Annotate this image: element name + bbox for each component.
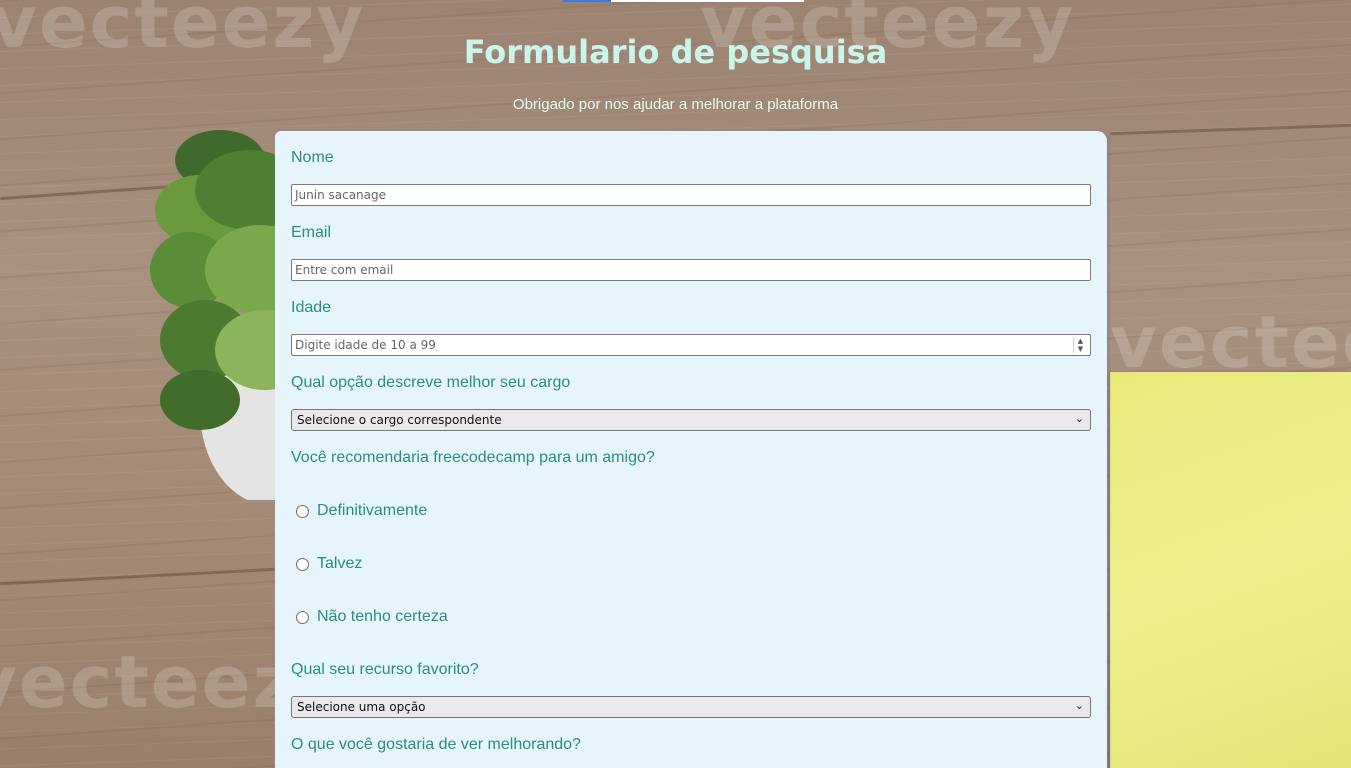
radio-label: Definitivamente bbox=[317, 502, 428, 519]
age-label: Idade bbox=[291, 299, 332, 316]
name-placeholder: Junin sacanage bbox=[295, 188, 387, 202]
favorite-selected-value: Selecione uma opção bbox=[297, 700, 426, 714]
survey-form: Nome Junin sacanage Email Entre com emai… bbox=[275, 131, 1107, 768]
favorite-label: Qual seu recurso favorito? bbox=[291, 661, 479, 678]
radio-option-nao-tenho-certeza[interactable]: Não tenho certeza bbox=[296, 607, 448, 627]
role-dropdown[interactable]: Selecione o cargo correspondente ⌄ bbox=[291, 409, 1091, 431]
age-input[interactable]: Digite idade de 10 a 99 ▲ ▼ bbox=[291, 334, 1091, 356]
wood-plank-line bbox=[0, 567, 275, 586]
favorite-dropdown[interactable]: Selecione uma opção ⌄ bbox=[291, 696, 1091, 718]
radio-button[interactable] bbox=[296, 504, 309, 518]
wood-plank-line bbox=[1110, 123, 1351, 136]
page-title: Formulario de pesquisa bbox=[463, 33, 888, 71]
improve-label: O que você gostaria de ver melhorando? bbox=[291, 736, 581, 753]
role-selected-value: Selecione o cargo correspondente bbox=[297, 413, 502, 427]
top-tab-indicator bbox=[611, 0, 804, 2]
watermark: vecteezy bbox=[1110, 300, 1351, 384]
page-description: Obrigado por nos ajudar a melhorar a pla… bbox=[512, 96, 839, 113]
name-label: Nome bbox=[291, 149, 334, 166]
radio-button[interactable] bbox=[296, 610, 309, 624]
email-input[interactable]: Entre com email bbox=[291, 259, 1091, 281]
radio-button[interactable] bbox=[296, 557, 309, 571]
email-placeholder: Entre com email bbox=[295, 263, 394, 277]
email-label: Email bbox=[291, 224, 332, 241]
top-tab-indicator bbox=[563, 0, 611, 2]
radio-label: Não tenho certeza bbox=[317, 608, 448, 625]
chevron-down-icon: ⌄ bbox=[1074, 699, 1084, 712]
radio-option-talvez[interactable]: Talvez bbox=[296, 554, 362, 574]
radio-option-definitivamente[interactable]: Definitivamente bbox=[296, 501, 427, 521]
chevron-down-icon: ⌄ bbox=[1074, 412, 1084, 425]
sticky-note bbox=[1110, 372, 1351, 768]
number-spinner-icon[interactable]: ▲ ▼ bbox=[1073, 337, 1087, 353]
role-label: Qual opção descreve melhor seu cargo bbox=[291, 374, 571, 391]
name-input[interactable]: Junin sacanage bbox=[291, 184, 1091, 206]
age-placeholder: Digite idade de 10 a 99 bbox=[295, 338, 436, 352]
recommend-label: Você recomendaria freecodecamp para um a… bbox=[291, 449, 655, 466]
radio-label: Talvez bbox=[317, 555, 363, 572]
